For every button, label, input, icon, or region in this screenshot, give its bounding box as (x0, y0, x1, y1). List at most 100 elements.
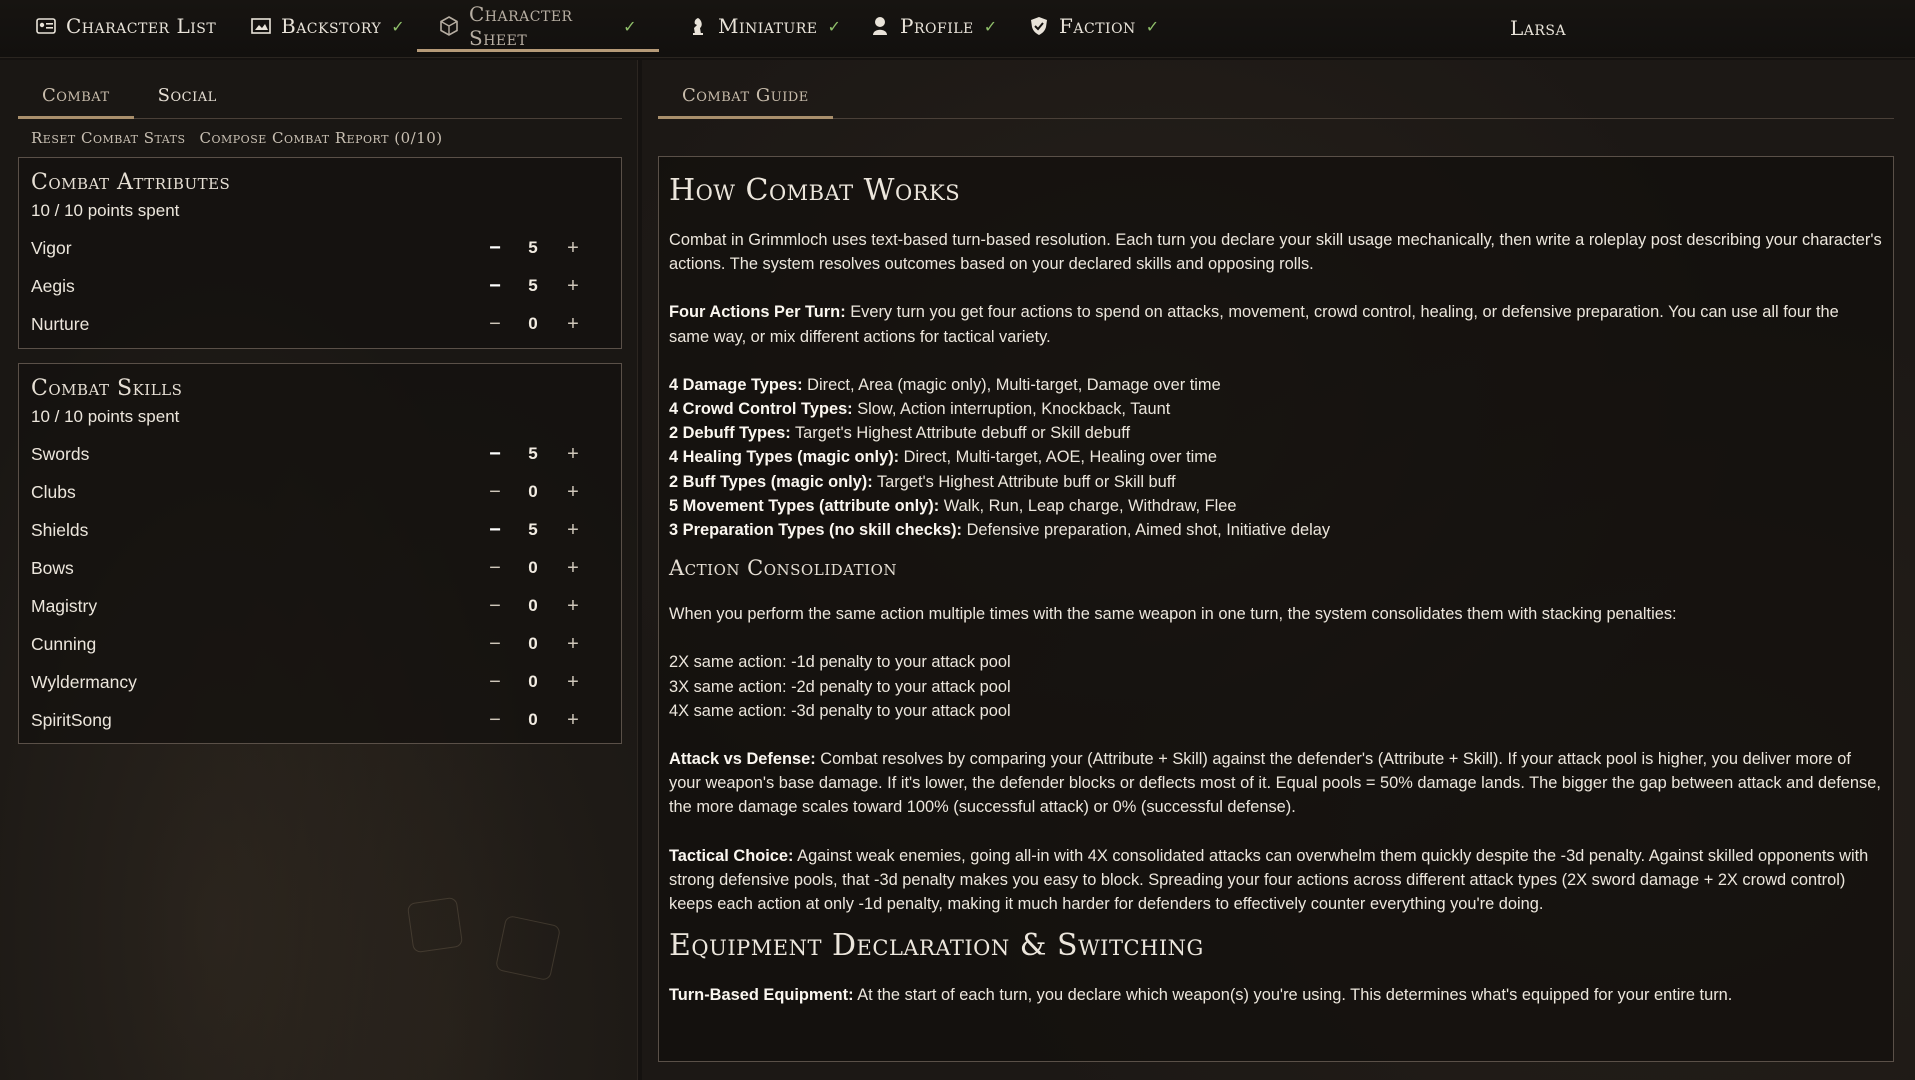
increase-button[interactable]: + (559, 706, 587, 734)
stat-name: Cunning (31, 633, 97, 654)
left-panel: Combat Social Reset Combat Stats Compose… (0, 60, 638, 1080)
equipment-paragraph: Turn-Based Equipment: At the start of ea… (669, 983, 1883, 1007)
stat-name: Swords (31, 443, 90, 464)
increase-button[interactable]: + (559, 516, 587, 544)
stat-name: SpiritSong (31, 709, 112, 730)
stat-stepper: −5 + (481, 511, 611, 549)
action-type-line: 2 Debuff Types: Target's Highest Attribu… (669, 421, 1883, 445)
nav-label: Miniature (718, 14, 818, 38)
action-type-text: Slow, Action interruption, Knockback, Ta… (852, 400, 1171, 419)
tactical-label: Tactical Choice: (669, 846, 794, 865)
dice-decoration (494, 914, 562, 982)
reset-combat-stats-button[interactable]: Reset Combat Stats (31, 129, 186, 147)
dice-decoration (406, 896, 464, 954)
combat-guide-content[interactable]: How Combat Works Combat in Grimmloch use… (658, 156, 1894, 1062)
stat-name: Magistry (31, 595, 98, 616)
increase-button[interactable]: + (559, 310, 587, 338)
action-type-line: 5 Movement Types (attribute only): Walk,… (669, 494, 1883, 518)
increase-button[interactable]: + (559, 440, 587, 468)
stat-stepper: −0 + (481, 473, 611, 511)
nav-profile[interactable]: Profile ✓ (870, 0, 998, 52)
attribute-row: Vigor −5 + (19, 229, 621, 267)
skill-row: Cunning −0 + (19, 625, 621, 663)
increase-button[interactable]: + (559, 592, 587, 620)
check-icon: ✓ (983, 16, 998, 36)
four-actions-paragraph: Four Actions Per Turn: Every turn you ge… (669, 300, 1883, 348)
stat-name: Clubs (31, 481, 76, 502)
id-card-icon (36, 16, 56, 36)
increase-button[interactable]: + (559, 234, 587, 262)
increase-button[interactable]: + (559, 630, 587, 658)
nav-label: Profile (900, 14, 974, 38)
increase-button[interactable]: + (559, 272, 587, 300)
guide-title: How Combat Works (669, 173, 961, 208)
attribute-list: Vigor −5 + Aegis −5 + Nurture −0 + (19, 229, 621, 343)
tactical-text: Against weak enemies, going all-in with … (669, 846, 1869, 914)
chess-piece-icon (688, 16, 708, 36)
decrease-button[interactable]: − (481, 554, 509, 582)
combat-skills-panel: Combat Skills 10 / 10 points spent Sword… (18, 363, 622, 744)
stat-stepper: −5 + (481, 267, 611, 305)
increase-button[interactable]: + (559, 478, 587, 506)
guide-intro: Combat in Grimmloch uses text-based turn… (669, 231, 1882, 274)
nav-character-sheet[interactable]: Character Sheet ✓ (417, 0, 659, 52)
nav-faction[interactable]: Faction ✓ (1029, 0, 1160, 52)
decrease-button[interactable]: − (481, 272, 509, 300)
stat-name: Shields (31, 519, 89, 540)
decrease-button[interactable]: − (481, 668, 509, 696)
skill-row: Shields −5 + (19, 511, 621, 549)
nav-label: Character Sheet (469, 2, 573, 50)
stat-stepper: −0 + (481, 701, 611, 739)
equipment-text: At the start of each turn, you declare w… (853, 986, 1733, 1005)
action-type-line: 4 Damage Types: Direct, Area (magic only… (669, 373, 1883, 397)
increase-button[interactable]: + (559, 668, 587, 696)
action-type-label: 4 Crowd Control Types: (669, 400, 853, 419)
tab-combat-guide[interactable]: Combat Guide (658, 72, 833, 119)
decrease-button[interactable]: − (481, 630, 509, 658)
decrease-button[interactable]: − (481, 234, 509, 262)
action-type-text: Target's Highest Attribute buff or Skill… (872, 472, 1176, 491)
decrease-button[interactable]: − (481, 592, 509, 620)
action-type-text: Defensive preparation, Aimed shot, Initi… (962, 521, 1331, 540)
top-navigation: Character List Backstory ✓ Character She… (0, 0, 1915, 58)
right-tab-bar: Combat Guide (658, 72, 1894, 119)
decrease-button[interactable]: − (481, 516, 509, 544)
attribute-row: Aegis −5 + (19, 267, 621, 305)
action-type-label: 4 Healing Types (magic only): (669, 448, 900, 467)
attribute-row: Nurture −0 + (19, 305, 621, 343)
consolidation-penalty-list: 2X same action: -1d penalty to your atta… (669, 650, 1883, 723)
action-type-line: 4 Healing Types (magic only): Direct, Mu… (669, 445, 1883, 469)
check-icon: ✓ (827, 16, 842, 36)
stat-name: Wyldermancy (31, 671, 137, 692)
decrease-button[interactable]: − (481, 478, 509, 506)
stat-name: Vigor (31, 237, 72, 258)
nav-label: Backstory (281, 14, 382, 38)
skill-row: Bows −0 + (19, 549, 621, 587)
action-type-text: Direct, Multi-target, AOE, Healing over … (899, 448, 1218, 467)
action-types-list: 4 Damage Types: Direct, Area (magic only… (669, 373, 1883, 542)
action-type-text: Walk, Run, Leap charge, Withdraw, Flee (939, 496, 1237, 515)
decrease-button[interactable]: − (481, 706, 509, 734)
shield-icon (1029, 16, 1049, 36)
nav-backstory[interactable]: Backstory ✓ (251, 0, 405, 52)
skills-points-spent: 10 / 10 points spent (31, 407, 180, 426)
decrease-button[interactable]: − (481, 440, 509, 468)
attack-defense-label: Attack vs Defense: (669, 750, 816, 769)
compose-combat-report-button[interactable]: Compose Combat Report (0/10) (200, 129, 443, 147)
stat-value: 0 (528, 672, 538, 691)
stat-stepper: −0 + (481, 587, 611, 625)
combat-attributes-panel: Combat Attributes 10 / 10 points spent V… (18, 157, 622, 349)
action-type-line: 3 Preparation Types (no skill checks): D… (669, 518, 1883, 542)
stat-value: 0 (528, 482, 538, 501)
cube-icon (439, 16, 459, 36)
image-frame-icon (251, 16, 271, 36)
tab-social[interactable]: Social (134, 72, 241, 118)
nav-miniature[interactable]: Miniature ✓ (688, 0, 841, 52)
stat-name: Nurture (31, 313, 90, 334)
nav-character-list[interactable]: Character List (36, 0, 216, 52)
decrease-button[interactable]: − (481, 310, 509, 338)
tab-combat[interactable]: Combat (18, 72, 134, 119)
consolidation-title: Action Consolidation (669, 556, 898, 581)
stat-value: 5 (528, 238, 538, 257)
increase-button[interactable]: + (559, 554, 587, 582)
